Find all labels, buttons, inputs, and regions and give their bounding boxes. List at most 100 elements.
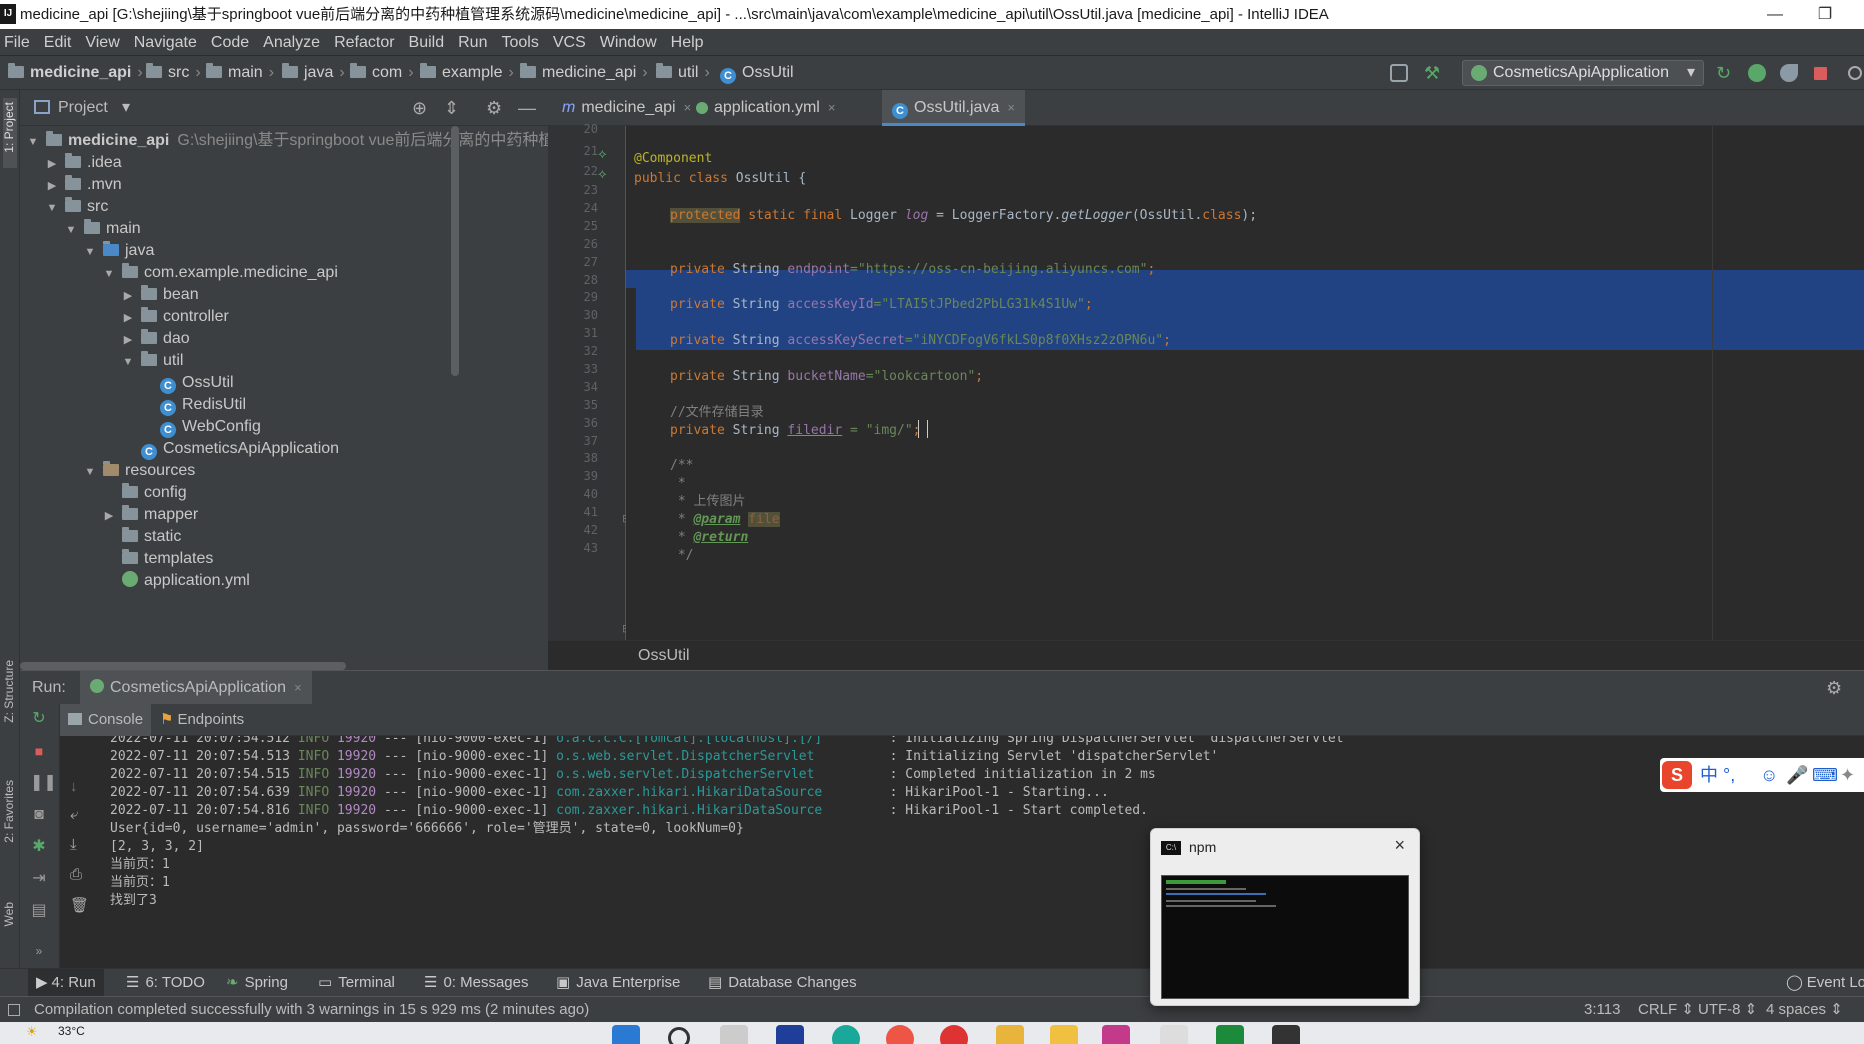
soft-wrap-icon[interactable]: ⤶: [70, 806, 78, 823]
structure-tool-label[interactable]: Z: Structure: [2, 660, 16, 723]
tab-application-yml[interactable]: application.yml ×: [686, 90, 845, 126]
app-icon[interactable]: [1216, 1025, 1244, 1044]
tab-ossutil-java[interactable]: C OssUtil.java ×: [882, 90, 1025, 126]
menu-refactor[interactable]: Refactor: [334, 34, 394, 51]
tab-medicine-api[interactable]: m medicine_api ×: [552, 90, 701, 126]
project-tool-label[interactable]: 1: Project: [2, 102, 16, 153]
status-caret-position[interactable]: 3:113: [1584, 997, 1620, 1023]
npm-window-preview[interactable]: C:\ npm ×: [1150, 828, 1420, 1006]
file-explorer-icon[interactable]: [996, 1025, 1024, 1044]
app-icon[interactable]: [940, 1025, 968, 1044]
menu-edit[interactable]: Edit: [44, 34, 72, 51]
app-icon[interactable]: [1050, 1025, 1078, 1044]
menu-file[interactable]: File: [4, 34, 30, 51]
spring-bean-gutter-icon[interactable]: ⟡: [598, 146, 607, 162]
rerun-icon[interactable]: ↻: [1716, 64, 1734, 82]
print-icon[interactable]: ⎙: [70, 866, 82, 883]
coverage-icon[interactable]: [1780, 64, 1798, 82]
breadcrumb-medicine-api[interactable]: medicine_api ›: [8, 56, 143, 90]
tree-expander-icon[interactable]: ▼: [64, 217, 78, 243]
tree-expander-icon[interactable]: ▼: [83, 239, 97, 265]
tree-expander-icon[interactable]: ▼: [26, 129, 40, 155]
start-button-icon[interactable]: [612, 1025, 640, 1044]
horizontal-scrollbar[interactable]: [20, 662, 346, 670]
status-message[interactable]: Compilation completed successfully with …: [34, 997, 589, 1023]
web-tool-label[interactable]: Web: [2, 902, 16, 926]
locate-icon[interactable]: ⊕: [412, 90, 427, 126]
more-icon[interactable]: »: [30, 942, 48, 960]
run-configuration-select[interactable]: CosmeticsApiApplication: [1462, 60, 1704, 86]
search-icon[interactable]: [668, 1027, 690, 1044]
terminal-icon[interactable]: [1272, 1025, 1300, 1044]
app-icon[interactable]: [1160, 1025, 1188, 1044]
breadcrumb-util[interactable]: util ›: [656, 56, 710, 90]
scroll-down-icon[interactable]: ↓: [70, 778, 78, 795]
tree-expander-icon[interactable]: ▼: [45, 195, 59, 221]
menu-vcs[interactable]: VCS: [553, 34, 586, 51]
menu-code[interactable]: Code: [211, 34, 249, 51]
microphone-icon[interactable]: 🎤: [1786, 758, 1808, 792]
collapse-all-icon[interactable]: ⇕: [444, 90, 459, 126]
scroll-to-end-icon[interactable]: ⤓: [70, 836, 77, 853]
gear-icon[interactable]: ⚙: [486, 90, 502, 126]
trash-icon[interactable]: 🗑: [70, 896, 89, 914]
breadcrumb-ossutil[interactable]: C OssUtil: [720, 56, 794, 90]
stop-icon[interactable]: [1814, 67, 1827, 80]
menu-view[interactable]: View: [85, 34, 119, 51]
tool-database-changes[interactable]: ▤ Database Changes: [708, 969, 857, 997]
tool-java-enterprise[interactable]: ▣ Java Enterprise: [556, 969, 680, 997]
status-indent[interactable]: 4 spaces ⇕: [1766, 997, 1843, 1023]
weather-temperature[interactable]: 33°C: [58, 1024, 85, 1038]
tool-event-log[interactable]: ◯Event Log: [1786, 969, 1864, 997]
tool-spring[interactable]: ❧ Spring: [226, 969, 288, 997]
status-line-separator[interactable]: CRLF ⇕: [1638, 997, 1694, 1023]
keyboard-icon[interactable]: ⌨: [1812, 758, 1838, 792]
build-hammer-icon[interactable]: ⚒: [1424, 64, 1442, 82]
pause-icon[interactable]: ❚❚: [30, 774, 57, 792]
breadcrumb-main[interactable]: main ›: [206, 56, 274, 90]
menu-window[interactable]: Window: [600, 34, 657, 51]
task-view-icon[interactable]: [720, 1025, 748, 1044]
tree-expander-icon[interactable]: ▼: [121, 349, 135, 375]
breadcrumb-medicine-api-pkg[interactable]: medicine_api ›: [520, 56, 648, 90]
maximize-button[interactable]: ❐: [1805, 0, 1845, 29]
skin-icon[interactable]: ✦: [1840, 758, 1855, 792]
breadcrumb-com[interactable]: com ›: [350, 56, 414, 90]
run-console[interactable]: 2022-07-11 20:07:54.512 INFO 19920 --- […: [60, 736, 1864, 968]
project-view-title[interactable]: Project: [58, 90, 108, 126]
close-button[interactable]: ×: [1394, 835, 1405, 856]
ime-toolbar[interactable]: S 中 °, ☺ 🎤 ⌨ ✦: [1660, 758, 1864, 792]
menu-analyze[interactable]: Analyze: [263, 34, 320, 51]
tool-todo[interactable]: ☰ 6: TODO: [126, 969, 205, 997]
footer-class-label[interactable]: OssUtil: [638, 641, 690, 671]
menu-tools[interactable]: Tools: [501, 34, 538, 51]
status-encoding[interactable]: UTF-8 ⇕: [1698, 997, 1757, 1023]
run-config-tab[interactable]: CosmeticsApiApplication ×: [80, 671, 312, 705]
tool-run[interactable]: ▶ 4: Run: [28, 969, 104, 997]
layout-icon[interactable]: ▤: [30, 902, 48, 920]
spring-bean-gutter-icon[interactable]: ⟡: [598, 166, 607, 182]
edge-browser-icon[interactable]: [832, 1025, 860, 1044]
favorites-tool-label[interactable]: 2: Favorites: [2, 780, 16, 843]
tree-expander-icon[interactable]: ▼: [102, 261, 116, 287]
chevron-down-icon[interactable]: ▾: [122, 90, 130, 126]
tab-console[interactable]: Console: [60, 704, 152, 736]
tree-expander-icon[interactable]: ▼: [83, 459, 97, 485]
code-editor[interactable]: @Component public class OssUtil { protec…: [626, 126, 1864, 640]
minimize-button[interactable]: —: [1755, 0, 1795, 29]
ime-mode[interactable]: 中 °,: [1700, 758, 1735, 792]
project-structure-icon[interactable]: [1390, 64, 1408, 82]
app-icon[interactable]: [776, 1025, 804, 1044]
close-icon[interactable]: ×: [1007, 100, 1015, 115]
emoji-icon[interactable]: ☺: [1760, 758, 1778, 792]
stop-icon[interactable]: ■: [30, 742, 48, 760]
tab-endpoints[interactable]: ⚑ Endpoints: [152, 704, 252, 736]
menu-help[interactable]: Help: [671, 34, 704, 51]
hide-panel-icon[interactable]: —: [518, 90, 536, 126]
menu-build[interactable]: Build: [409, 34, 445, 51]
debug-restart-icon[interactable]: ✱: [30, 838, 48, 856]
vertical-scrollbar[interactable]: [451, 126, 459, 376]
search-icon[interactable]: [1848, 66, 1862, 80]
close-icon[interactable]: ×: [828, 100, 836, 115]
status-toggle-icon[interactable]: [8, 1004, 20, 1016]
